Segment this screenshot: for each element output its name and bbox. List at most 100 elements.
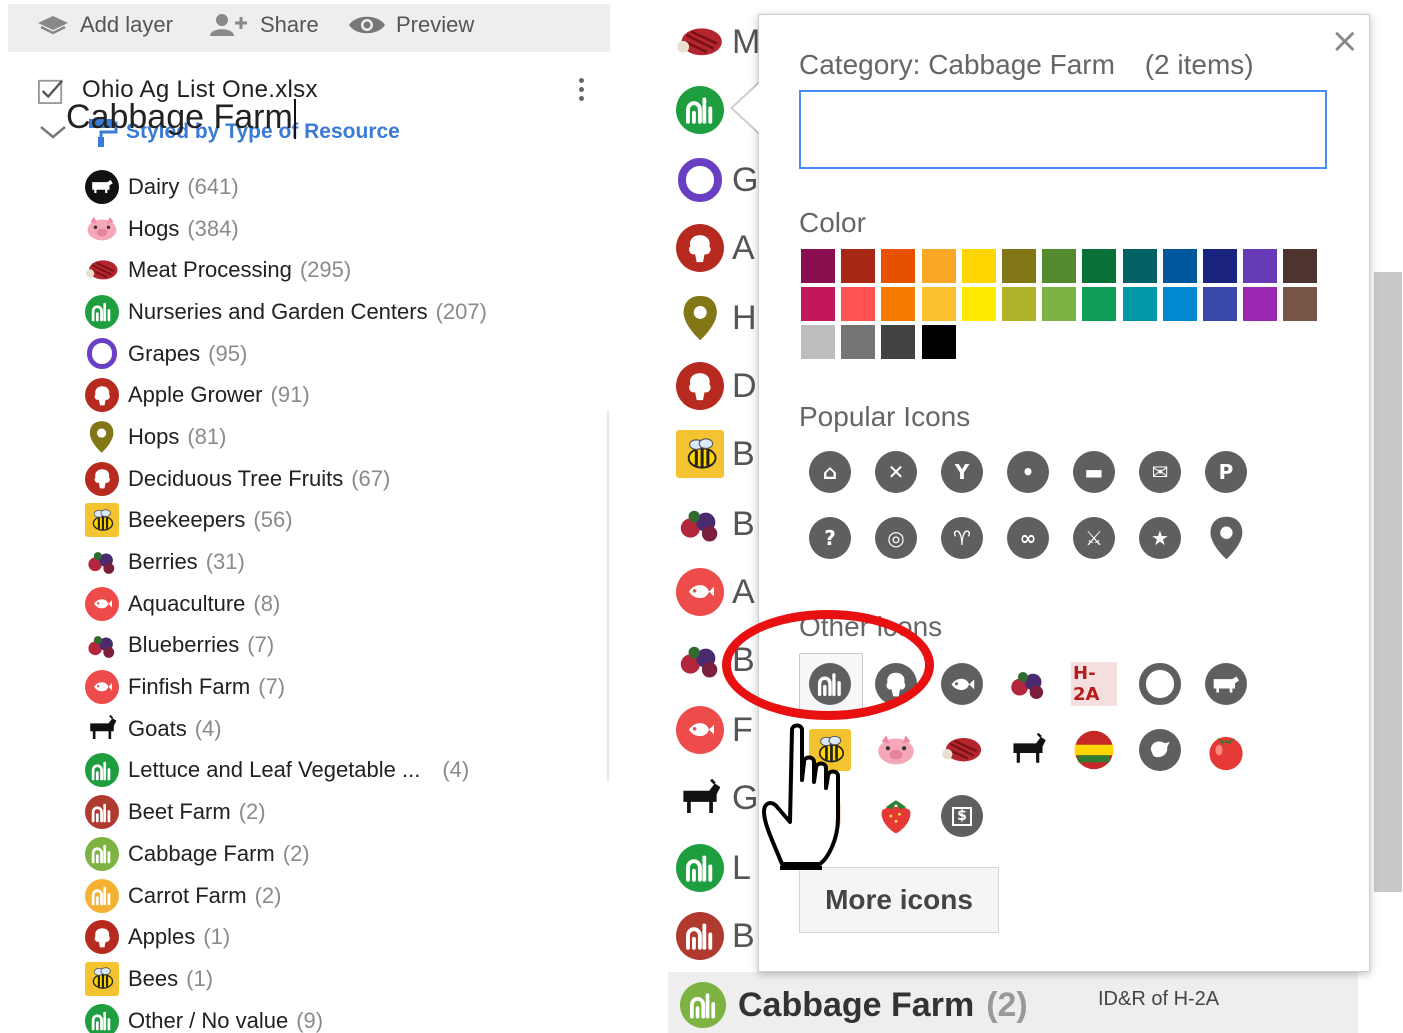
cow-icon[interactable] bbox=[1203, 661, 1249, 707]
category-row[interactable]: Berries (31) bbox=[84, 541, 604, 583]
share-button[interactable]: Share bbox=[208, 10, 319, 40]
tree-icon[interactable] bbox=[84, 461, 120, 497]
steak-icon[interactable] bbox=[939, 727, 985, 773]
category-row[interactable]: Apples (1) bbox=[84, 916, 604, 958]
color-swatch[interactable] bbox=[1283, 249, 1318, 283]
legend-row[interactable]: D bbox=[674, 356, 757, 416]
add-layer-button[interactable]: Add layer bbox=[36, 10, 173, 40]
layer-options-icon[interactable] bbox=[576, 76, 586, 104]
tomato-icon[interactable] bbox=[1203, 727, 1249, 773]
bird-icon[interactable] bbox=[1137, 727, 1183, 773]
plant-icon[interactable] bbox=[84, 836, 120, 872]
plant-icon[interactable] bbox=[84, 752, 120, 788]
category-row[interactable]: Goats (4) bbox=[84, 708, 604, 750]
color-swatch[interactable] bbox=[921, 287, 956, 321]
color-swatch[interactable] bbox=[921, 325, 956, 359]
color-swatch[interactable] bbox=[841, 325, 876, 359]
color-swatch[interactable] bbox=[921, 249, 956, 283]
color-swatch[interactable] bbox=[801, 287, 835, 321]
camera-icon[interactable]: ◎ bbox=[873, 515, 919, 561]
color-swatch[interactable] bbox=[881, 249, 916, 283]
category-row[interactable]: Nurseries and Garden Centers (207) bbox=[84, 291, 604, 333]
color-swatch[interactable] bbox=[1243, 287, 1278, 321]
bee-icon[interactable] bbox=[84, 961, 120, 997]
parking-icon[interactable]: P bbox=[1203, 449, 1249, 495]
category-row[interactable]: Dairy (641) bbox=[84, 166, 604, 208]
category-row[interactable]: Cabbage Farm (2) bbox=[84, 833, 604, 875]
pig-icon[interactable] bbox=[873, 727, 919, 773]
pin-icon[interactable] bbox=[1203, 515, 1249, 561]
color-swatch[interactable] bbox=[1002, 249, 1036, 283]
plant-icon[interactable] bbox=[84, 1003, 120, 1033]
legend-row[interactable]: H bbox=[674, 288, 757, 348]
legend-row[interactable]: B bbox=[674, 424, 755, 484]
steak-icon[interactable] bbox=[84, 252, 120, 288]
cow-icon[interactable] bbox=[84, 169, 120, 205]
tree-icon[interactable] bbox=[84, 377, 120, 413]
hotel-icon[interactable]: ▬ bbox=[1071, 449, 1117, 495]
color-swatch[interactable] bbox=[1122, 287, 1157, 321]
category-row[interactable]: Deciduous Tree Fruits (67) bbox=[84, 458, 604, 500]
legend-row[interactable]: F bbox=[674, 700, 753, 760]
category-row[interactable]: Hogs (384) bbox=[84, 208, 604, 250]
category-row[interactable]: Grapes (95) bbox=[84, 333, 604, 375]
category-row[interactable]: Meat Processing (295) bbox=[84, 249, 604, 291]
circle-icon[interactable] bbox=[1137, 661, 1183, 707]
color-swatch[interactable] bbox=[1162, 249, 1197, 283]
category-row[interactable]: Hops (81) bbox=[84, 416, 604, 458]
close-icon[interactable]: × bbox=[1331, 21, 1360, 61]
category-row[interactable]: Blueberries (7) bbox=[84, 625, 604, 667]
plant-icon[interactable] bbox=[84, 878, 120, 914]
color-swatch[interactable] bbox=[1002, 287, 1036, 321]
star-icon[interactable]: ★ bbox=[1137, 515, 1183, 561]
circle-icon[interactable] bbox=[84, 336, 120, 372]
color-swatch[interactable] bbox=[1203, 249, 1237, 283]
bee-icon[interactable] bbox=[84, 502, 120, 538]
fish-icon[interactable] bbox=[84, 669, 120, 705]
color-swatch[interactable] bbox=[801, 325, 835, 359]
legend-row[interactable]: G bbox=[674, 150, 758, 210]
color-swatch[interactable] bbox=[1203, 287, 1237, 321]
restaurant-icon[interactable]: ✕ bbox=[873, 449, 919, 495]
pig-icon[interactable] bbox=[84, 211, 120, 247]
category-row[interactable]: Finfish Farm (7) bbox=[84, 666, 604, 708]
flag-icon[interactable] bbox=[1071, 727, 1117, 773]
plant-icon[interactable] bbox=[84, 294, 120, 330]
legend-row[interactable]: L bbox=[674, 838, 751, 898]
color-swatch[interactable] bbox=[1122, 249, 1157, 283]
category-row[interactable]: Other / No value (9) bbox=[84, 1000, 604, 1033]
selected-category-label[interactable]: Cabbage Farm (2) bbox=[680, 982, 1028, 1028]
cocktail-icon[interactable]: Y bbox=[939, 449, 985, 495]
fish-icon[interactable] bbox=[84, 586, 120, 622]
color-swatch[interactable] bbox=[961, 249, 996, 283]
category-row[interactable]: Lettuce and Leaf Vegetable ... (4) bbox=[84, 750, 604, 792]
goat-icon[interactable] bbox=[1005, 727, 1051, 773]
shopping-icon[interactable]: ✉ bbox=[1137, 449, 1183, 495]
berries-icon[interactable] bbox=[84, 627, 120, 663]
layer-visibility-checkbox[interactable] bbox=[38, 77, 64, 104]
legend-row[interactable]: B bbox=[674, 906, 755, 966]
category-row[interactable]: Beekeepers (56) bbox=[84, 500, 604, 542]
category-row[interactable]: Apple Grower (91) bbox=[84, 374, 604, 416]
plant-icon[interactable] bbox=[84, 794, 120, 830]
goat-icon[interactable] bbox=[84, 711, 120, 747]
tree-icon[interactable] bbox=[84, 919, 120, 955]
category-row[interactable]: Carrot Farm (2) bbox=[84, 875, 604, 917]
color-swatch[interactable] bbox=[961, 287, 996, 321]
more-icons-button[interactable]: More icons bbox=[799, 867, 999, 933]
legend-row[interactable]: G bbox=[674, 768, 758, 828]
color-swatch[interactable] bbox=[881, 287, 916, 321]
color-swatch[interactable] bbox=[1283, 287, 1318, 321]
fish-icon[interactable] bbox=[939, 661, 985, 707]
color-swatch[interactable] bbox=[841, 249, 876, 283]
legend-row[interactable] bbox=[674, 80, 732, 140]
legend-row[interactable]: A bbox=[674, 218, 755, 278]
preview-button[interactable]: Preview bbox=[348, 10, 474, 40]
pin-icon[interactable] bbox=[84, 419, 120, 455]
berries-icon[interactable] bbox=[84, 544, 120, 580]
strawberry-icon[interactable] bbox=[873, 793, 919, 839]
dollar-icon[interactable]: $ bbox=[939, 793, 985, 839]
berries-icon[interactable] bbox=[1005, 661, 1051, 707]
chevron-down-icon[interactable] bbox=[38, 122, 68, 142]
category-row[interactable]: Bees (1) bbox=[84, 958, 604, 1000]
